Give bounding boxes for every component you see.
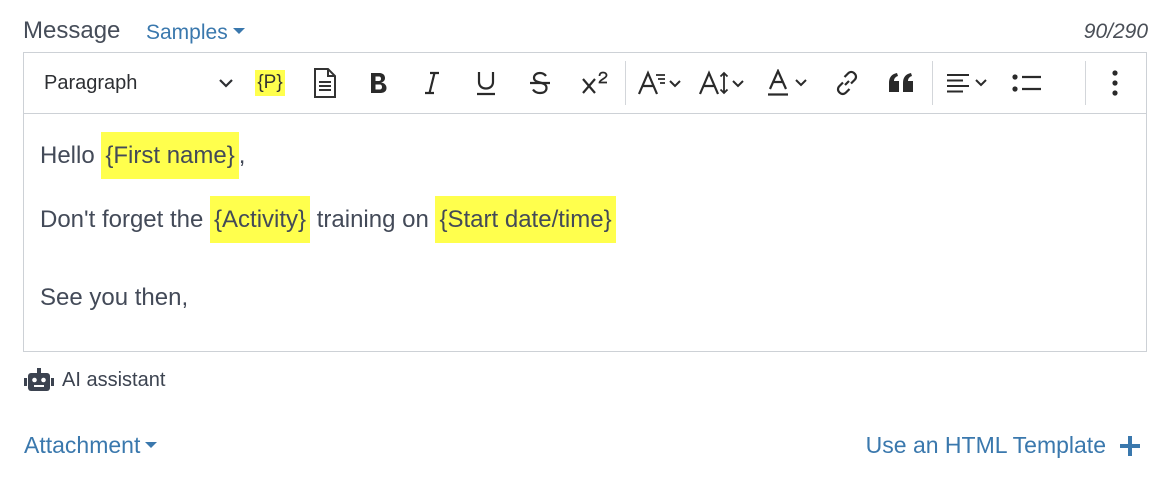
font-family-icon: [637, 70, 681, 95]
samples-dropdown[interactable]: Samples: [146, 21, 245, 45]
attachment-dropdown[interactable]: Attachment: [24, 432, 158, 459]
toolbar-divider: [1085, 61, 1086, 105]
character-counter: 90/290: [1083, 20, 1148, 43]
insert-link-button[interactable]: [828, 63, 866, 103]
content-line-reminder: Don't forget the {Activity} training on …: [40, 196, 616, 243]
message-editor: Paragraph {P} Hello {First name} , Don't…: [23, 52, 1147, 352]
bulleted-list-icon: [1012, 74, 1041, 92]
caret-down-icon: [232, 28, 245, 35]
ai-assistant-label: AI assistant: [62, 368, 166, 391]
plus-icon: [1120, 435, 1140, 456]
attachment-label: Attachment: [24, 432, 141, 458]
first-name-placeholder[interactable]: {First name}: [101, 132, 239, 179]
superscript-icon: [582, 71, 608, 94]
more-vertical-icon: [1112, 70, 1118, 96]
font-family-button[interactable]: [636, 63, 686, 103]
ai-assistant-button[interactable]: AI assistant: [24, 368, 165, 392]
use-html-template-button[interactable]: Use an HTML Template: [866, 432, 1142, 459]
underline-icon: [477, 72, 495, 96]
italic-icon: [425, 71, 439, 95]
font-color-button[interactable]: [764, 63, 814, 103]
reminder-middle-text: training on: [310, 206, 436, 233]
block-format-value: Paragraph: [44, 71, 138, 94]
toolbar-divider: [932, 61, 933, 105]
strikethrough-icon: [530, 71, 550, 95]
more-options-button[interactable]: [1099, 63, 1131, 103]
bulleted-list-button[interactable]: [1007, 63, 1047, 103]
greeting-comma: ,: [238, 142, 246, 169]
reminder-text: Don't forget the: [40, 206, 211, 233]
toolbar-divider: [625, 61, 626, 105]
editor-toolbar: Paragraph {P}: [24, 53, 1146, 114]
block-format-select[interactable]: Paragraph: [44, 63, 234, 103]
alignment-button[interactable]: [942, 63, 994, 103]
start-datetime-placeholder[interactable]: {Start date/time}: [435, 196, 616, 243]
message-label: Message: [23, 17, 121, 44]
link-icon: [836, 70, 858, 96]
samples-label: Samples: [146, 21, 228, 44]
italic-button[interactable]: [414, 63, 450, 103]
document-button[interactable]: [307, 63, 343, 103]
caret-down-icon: [145, 441, 158, 448]
greeting-text: Hello: [40, 142, 102, 169]
superscript-button[interactable]: [576, 63, 616, 103]
strikethrough-button[interactable]: [522, 63, 558, 103]
bold-icon: [371, 73, 387, 93]
quote-icon: [889, 73, 913, 92]
align-left-icon: [947, 74, 987, 93]
font-size-button[interactable]: [698, 63, 748, 103]
content-line-closing: See you then,: [40, 284, 189, 311]
chevron-down-icon: [219, 79, 233, 88]
font-color-icon: [768, 69, 807, 96]
bold-button[interactable]: [360, 63, 396, 103]
html-template-label: Use an HTML Template: [865, 432, 1106, 458]
robot-icon: [24, 368, 54, 391]
content-line-greeting: Hello {First name},: [40, 132, 245, 179]
underline-button[interactable]: [468, 63, 504, 103]
activity-placeholder[interactable]: {Activity}: [210, 196, 311, 243]
placeholder-tag-label: {P}: [255, 70, 285, 96]
font-size-icon: [698, 70, 744, 95]
editor-content[interactable]: Hello {First name}, Don't forget the {Ac…: [24, 114, 1146, 351]
insert-placeholder-button[interactable]: {P}: [252, 63, 288, 103]
document-icon: [314, 68, 336, 98]
blockquote-button[interactable]: [882, 63, 920, 103]
